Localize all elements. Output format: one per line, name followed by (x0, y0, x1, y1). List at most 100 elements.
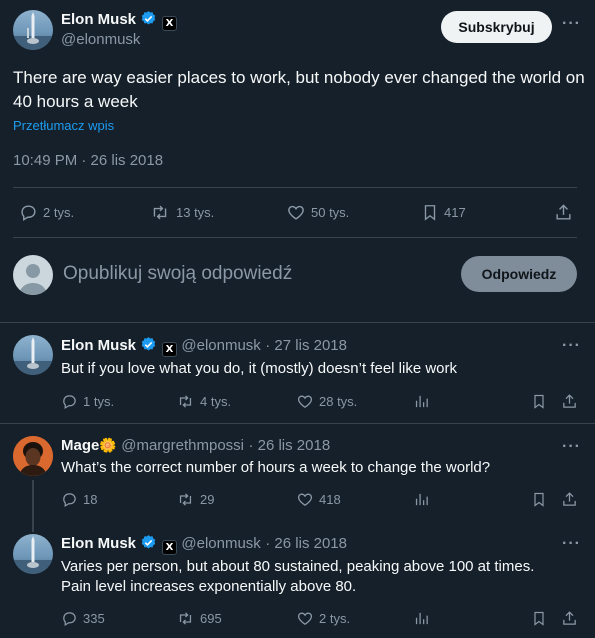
bookmark-icon (424, 205, 436, 221)
reply-stat[interactable]: 2 tys. (19, 203, 74, 222)
author-avatar[interactable] (13, 335, 53, 375)
reply-icon (21, 205, 36, 221)
tweet-timestamp[interactable]: 10:49 PM · 26 lis 2018 (13, 152, 163, 169)
like-stat[interactable]: 50 tys. (286, 203, 349, 222)
retweet-count: 4 tys. (200, 394, 232, 409)
translate-post-link[interactable]: Przetłumacz wpis (13, 118, 114, 133)
tweet-date[interactable]: · 26 lis 2018 (265, 535, 347, 552)
retweet-icon (179, 612, 192, 625)
rocket-launch-image (13, 12, 53, 50)
tweet-header: Elon Musk X @elonmusk · 27 lis 2018 (61, 336, 347, 357)
like-stat[interactable]: 28 tys. (296, 393, 357, 410)
retweet-icon (179, 395, 192, 408)
default-avatar-icon (19, 264, 47, 295)
views-button[interactable] (413, 491, 435, 508)
share-icon (563, 394, 576, 408)
divider (13, 237, 577, 238)
analytics-icon (415, 612, 428, 625)
retweet-stat[interactable]: 4 tys. (176, 393, 231, 410)
bookmark-icon (534, 611, 544, 626)
divider (0, 423, 595, 424)
share-button[interactable] (561, 393, 583, 410)
views-button[interactable] (413, 610, 435, 627)
bookmark-button[interactable] (531, 491, 552, 508)
like-stat[interactable]: 418 (296, 491, 341, 508)
x-affiliation-icon: X (161, 16, 177, 31)
reply-count: 335 (83, 611, 105, 626)
views-button[interactable] (413, 393, 435, 410)
author-name[interactable]: Elon Musk (61, 535, 136, 552)
more-options-icon[interactable]: ··· (562, 337, 581, 355)
bookmark-count: 417 (444, 205, 466, 220)
author-handle[interactable]: @margrethmpossi (121, 437, 244, 454)
bookmark-icon (534, 394, 544, 409)
more-options-icon[interactable]: ··· (562, 15, 581, 33)
tweet-text-line-1: Varies per person, but about 80 sustaine… (61, 558, 535, 575)
tweet-date[interactable]: · 27 lis 2018 (265, 337, 347, 354)
subscribe-button[interactable]: Subskrybuj (441, 11, 552, 43)
retweet-icon (153, 205, 167, 220)
author-name[interactable]: Elon Musk (61, 337, 136, 354)
author-name[interactable]: Elon Musk (61, 11, 136, 28)
author-avatar[interactable] (13, 534, 53, 574)
bookmark-stat[interactable]: 417 (421, 203, 466, 222)
reply-icon (63, 395, 76, 410)
tweet-text: What’s the correct number of hours a wee… (61, 459, 491, 476)
heart-icon (297, 395, 313, 408)
share-icon (563, 492, 576, 506)
retweet-stat[interactable]: 695 (176, 610, 222, 627)
x-affiliation-icon: X (161, 342, 177, 357)
rocket-launch-image (13, 337, 53, 375)
heart-icon (288, 205, 304, 220)
author-handle[interactable]: @elonmusk (181, 535, 260, 552)
share-button[interactable] (554, 203, 578, 222)
analytics-icon (415, 395, 428, 408)
tweet-text: There are way easier places to work, but… (13, 68, 585, 111)
user-avatar[interactable] (13, 255, 53, 295)
like-count: 2 tys. (319, 611, 351, 626)
like-count: 418 (319, 492, 341, 507)
divider (0, 322, 595, 323)
share-icon (563, 611, 576, 625)
more-options-icon[interactable]: ··· (562, 438, 581, 456)
rocket-launch-image (13, 536, 53, 574)
tweet-text: But if you love what you do, it (mostly)… (61, 360, 458, 377)
reply-button[interactable]: Odpowiedz (461, 256, 577, 292)
share-button[interactable] (561, 610, 583, 627)
bookmark-button[interactable] (531, 610, 552, 627)
retweet-stat[interactable]: 29 (176, 491, 214, 508)
author-handle[interactable]: @elonmusk (181, 337, 260, 354)
more-options-icon[interactable]: ··· (562, 535, 581, 553)
author-avatar[interactable] (13, 10, 53, 50)
retweet-count: 29 (200, 492, 215, 507)
author-name[interactable]: Mage (61, 437, 99, 454)
heart-icon (297, 612, 313, 625)
divider (13, 187, 577, 188)
reply-input[interactable]: Opublikuj swoją odpowiedź (63, 263, 292, 285)
bookmark-icon (534, 492, 544, 507)
reply-count: 1 tys. (83, 394, 115, 409)
author-avatar[interactable] (13, 436, 53, 476)
like-stat[interactable]: 2 tys. (296, 610, 350, 627)
reply-icon (63, 612, 76, 627)
reply-count: 18 (83, 492, 98, 507)
analytics-icon (415, 493, 428, 506)
tweet-header: Mage🌼 @margrethmpossi · 26 lis 2018 (61, 437, 330, 455)
share-icon (556, 204, 571, 220)
retweet-count: 695 (200, 611, 222, 626)
thread-connector (32, 480, 34, 532)
bookmark-button[interactable] (531, 393, 552, 410)
share-button[interactable] (561, 491, 583, 508)
retweet-icon (179, 493, 192, 506)
like-count: 28 tys. (319, 394, 358, 409)
reply-count: 2 tys. (43, 205, 75, 220)
retweet-stat[interactable]: 13 tys. (149, 203, 214, 222)
x-affiliation-icon: X (161, 540, 177, 555)
heart-icon (297, 493, 313, 506)
reply-stat[interactable]: 18 (61, 491, 97, 508)
tweet-date[interactable]: · 26 lis 2018 (248, 437, 330, 454)
verified-badge-icon (142, 11, 156, 25)
author-handle[interactable]: @elonmusk (61, 31, 140, 48)
reply-stat[interactable]: 1 tys. (61, 393, 114, 410)
reply-stat[interactable]: 335 (61, 610, 105, 627)
